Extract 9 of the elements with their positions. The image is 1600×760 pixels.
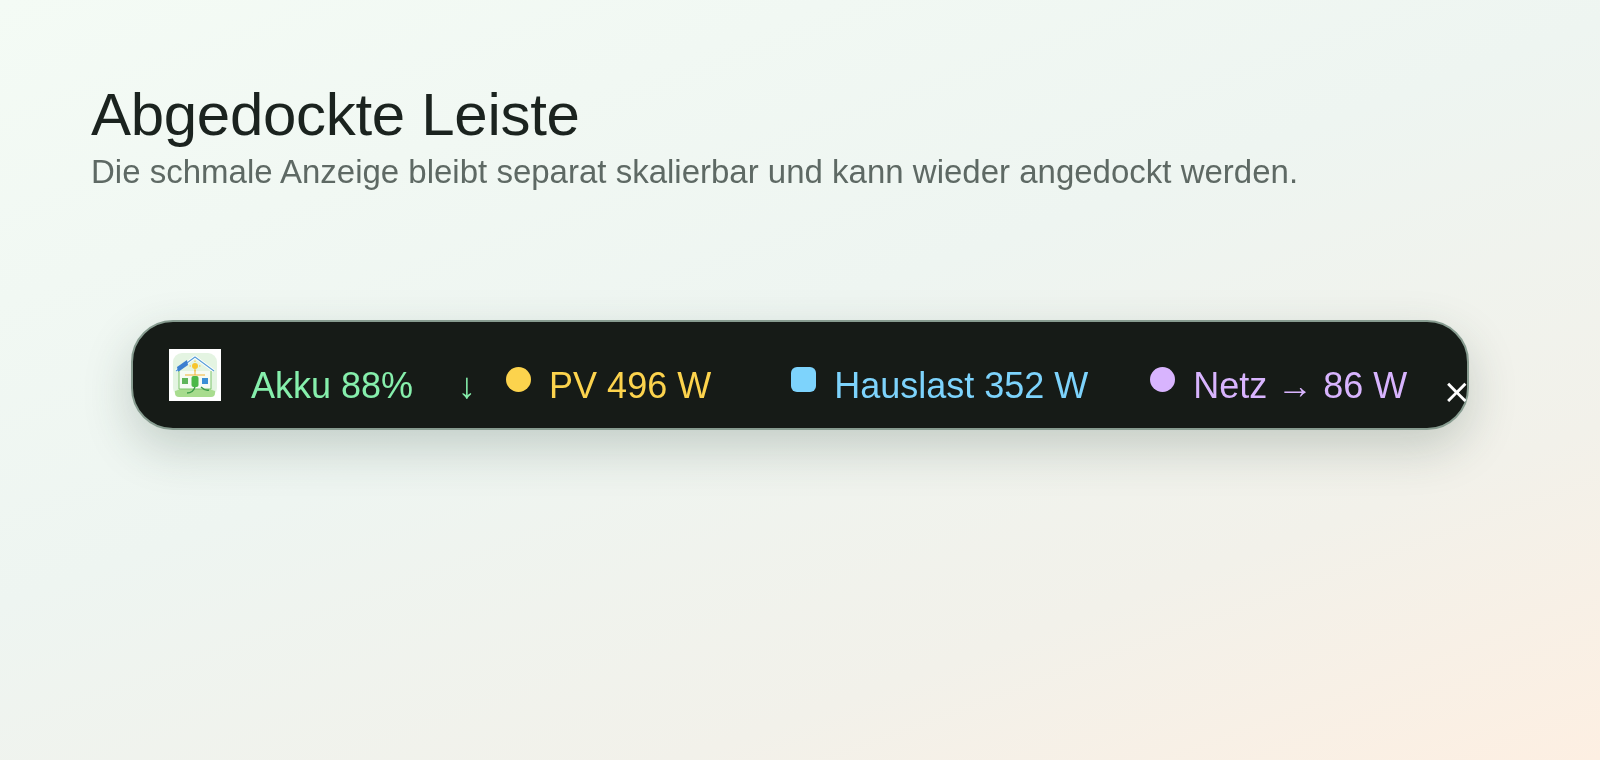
page-subtitle: Die schmale Anzeige bleibt separat skalierbar und kann wieder angedockt werden. [91,152,1299,192]
metric-label: PV 496 W [549,364,712,408]
page-title: Abgedockte Leiste [91,82,580,148]
close-button[interactable]: × [1442,372,1471,410]
house-logo-icon [169,349,221,401]
metric-label: Hauslast 352 W [834,364,1089,408]
metric-label: Netz → 86 W [1193,364,1408,408]
down-arrow-icon: ↓ [458,364,477,408]
metric-label: Akku 88% [251,364,414,408]
